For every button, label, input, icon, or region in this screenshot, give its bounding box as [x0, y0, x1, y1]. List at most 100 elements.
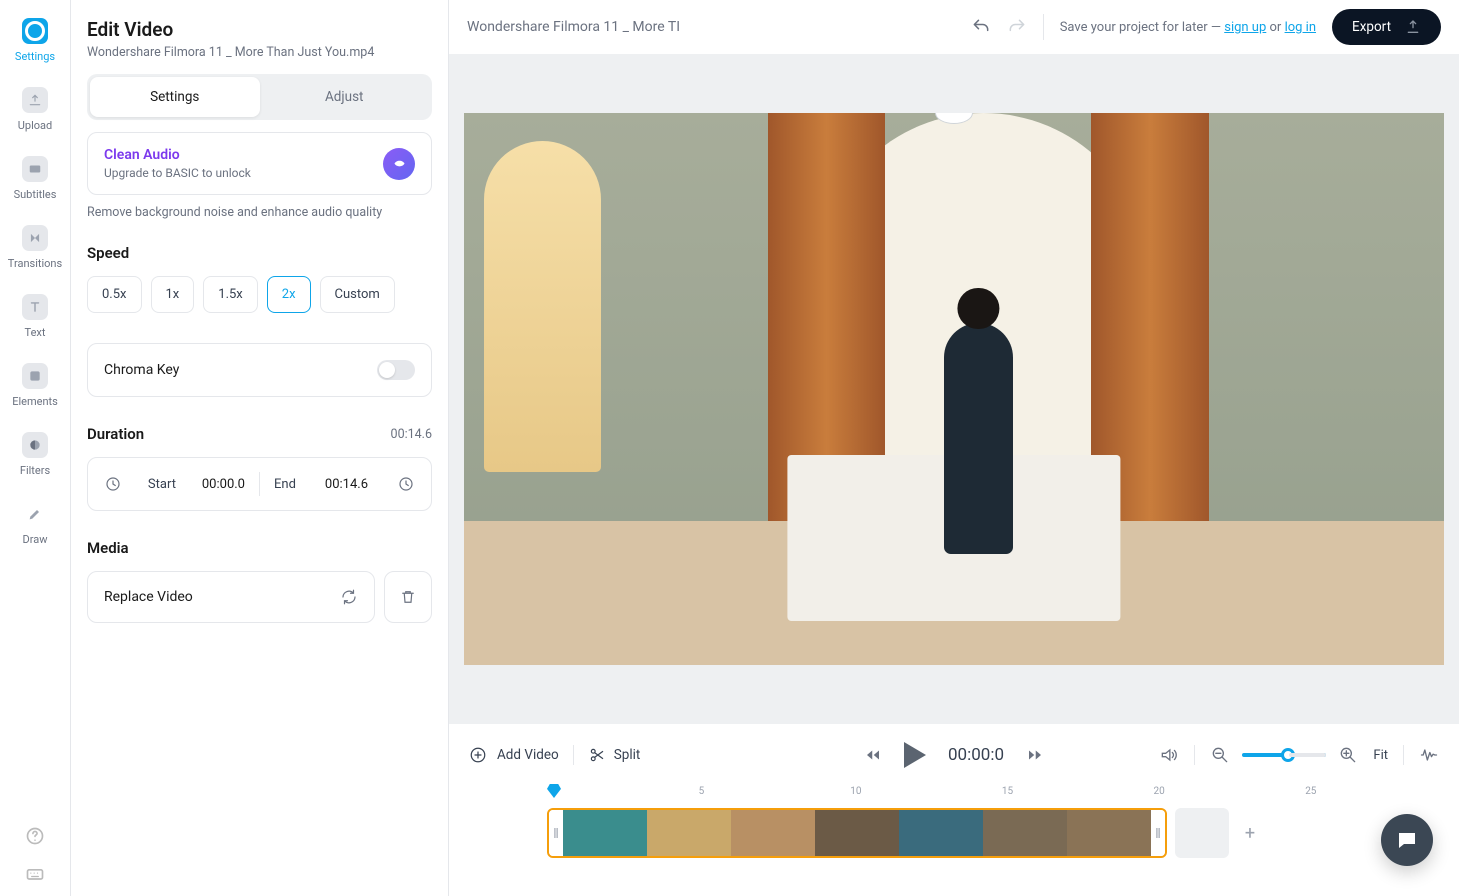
breadcrumb: Wondershare Filmora 11 _ More TI: [467, 19, 680, 35]
main-area: Wondershare Filmora 11 _ More TI Save yo…: [449, 0, 1459, 896]
tick: 15: [1002, 786, 1013, 797]
speed-2x[interactable]: 2x: [267, 276, 311, 313]
sidebar-item-transitions[interactable]: Transitions: [0, 217, 70, 278]
end-value: 00:14.6: [325, 477, 368, 492]
footer: Add Video Split 00:00:0: [449, 724, 1459, 896]
speed-heading: Speed: [87, 244, 432, 262]
sidebar-label: Settings: [15, 50, 55, 63]
export-icon: [1405, 19, 1421, 35]
chat-button[interactable]: [1381, 814, 1433, 866]
preview-stage: [449, 54, 1459, 724]
zoom-in-icon[interactable]: [1338, 745, 1358, 765]
clean-audio-card[interactable]: Clean Audio Upgrade to BASIC to unlock: [87, 132, 432, 195]
save-prefix: Save your project for later —: [1060, 20, 1225, 35]
trash-icon: [399, 588, 417, 606]
clock-icon: [397, 475, 415, 493]
delete-media-button[interactable]: [384, 571, 432, 623]
waveform-icon[interactable]: [1419, 745, 1439, 765]
settings-icon: [22, 18, 48, 44]
redo-icon[interactable]: [1007, 17, 1027, 37]
refresh-icon: [340, 588, 358, 606]
sidebar-label: Upload: [18, 119, 52, 132]
play-button[interactable]: [904, 742, 926, 768]
sidebar-item-settings[interactable]: Settings: [0, 10, 70, 71]
sign-up-link[interactable]: sign up: [1224, 20, 1266, 35]
zoom-out-icon[interactable]: [1210, 745, 1230, 765]
speed-1.5x[interactable]: 1.5x: [203, 276, 258, 313]
fit-button[interactable]: Fit: [1373, 748, 1388, 763]
playback-controls: 00:00:0: [864, 742, 1044, 768]
speed-1x[interactable]: 1x: [151, 276, 195, 313]
clean-audio-desc: Remove background noise and enhance audi…: [87, 205, 432, 220]
sidebar-item-elements[interactable]: Elements: [0, 355, 70, 416]
zoom-control: [1210, 745, 1358, 765]
replace-video-button[interactable]: Replace Video: [87, 571, 375, 623]
topbar: Wondershare Filmora 11 _ More TI Save yo…: [449, 0, 1459, 54]
settings-panel: Edit Video Wondershare Filmora 11 _ More…: [71, 0, 449, 896]
keyboard-icon[interactable]: [25, 864, 45, 884]
split-label: Split: [614, 747, 641, 763]
clip-handle-right[interactable]: ‖: [1151, 810, 1165, 856]
tab-adjust[interactable]: Adjust: [260, 77, 430, 117]
draw-icon: [22, 501, 48, 527]
video-clip[interactable]: ‖ ‖: [547, 808, 1167, 858]
duration-heading-text: Duration: [87, 425, 144, 443]
sidebar-item-filters[interactable]: Filters: [0, 424, 70, 485]
sidebar-label: Subtitles: [14, 188, 57, 201]
video-clip-2[interactable]: [1175, 808, 1229, 858]
clean-audio-sub: Upgrade to BASIC to unlock: [104, 166, 251, 180]
filename: Wondershare Filmora 11 _ More Than Just …: [87, 45, 432, 60]
chroma-toggle[interactable]: [377, 360, 415, 380]
start-label: Start: [148, 477, 176, 492]
sidebar-label: Elements: [12, 395, 58, 408]
sidebar-label: Filters: [20, 464, 50, 477]
subtitles-icon: [22, 156, 48, 182]
clip-handle-left[interactable]: ‖: [549, 810, 563, 856]
start-value: 00:00.0: [202, 477, 245, 492]
playhead[interactable]: [547, 784, 561, 798]
duration-end[interactable]: End 00:14.6: [274, 475, 415, 493]
video-preview[interactable]: [464, 113, 1444, 664]
scissors-icon: [588, 746, 606, 764]
sidebar-label: Text: [25, 326, 46, 339]
help-icon[interactable]: [25, 826, 45, 846]
sidebar-item-draw[interactable]: Draw: [0, 493, 70, 554]
volume-icon[interactable]: [1159, 745, 1179, 765]
plus-circle-icon: [469, 746, 487, 764]
chroma-label: Chroma Key: [104, 362, 179, 378]
sidebar-item-text[interactable]: Text: [0, 286, 70, 347]
export-label: Export: [1352, 19, 1391, 35]
replace-label: Replace Video: [104, 589, 193, 605]
tick: 20: [1154, 786, 1165, 797]
text-icon: [22, 294, 48, 320]
skip-back-icon[interactable]: [864, 746, 882, 764]
skip-forward-icon[interactable]: [1026, 746, 1044, 764]
split-button[interactable]: Split: [588, 746, 641, 764]
filters-icon: [22, 432, 48, 458]
duration-start[interactable]: Start 00:00.0: [104, 475, 245, 493]
sidebar-item-upload[interactable]: Upload: [0, 79, 70, 140]
zoom-slider[interactable]: [1242, 753, 1326, 757]
sidebar-label: Draw: [23, 533, 48, 546]
speed-custom[interactable]: Custom: [320, 276, 395, 313]
timecode: 00:00:0: [948, 745, 1004, 765]
timeline-ruler[interactable]: 5 10 15 20 25: [547, 786, 1439, 808]
export-button[interactable]: Export: [1332, 9, 1441, 45]
sidebar-label: Transitions: [8, 257, 62, 270]
duration-heading: Duration 00:14.6: [87, 425, 432, 443]
undo-icon[interactable]: [971, 17, 991, 37]
sidebar-item-subtitles[interactable]: Subtitles: [0, 148, 70, 209]
tab-settings[interactable]: Settings: [90, 77, 260, 117]
panel-tabs: Settings Adjust: [87, 74, 432, 120]
log-in-link[interactable]: log in: [1285, 20, 1316, 35]
save-or: or: [1266, 20, 1284, 35]
duration-total: 00:14.6: [391, 427, 432, 442]
speed-options: 0.5x 1x 1.5x 2x Custom: [87, 276, 432, 313]
add-video-button[interactable]: Add Video: [469, 746, 559, 764]
speed-0.5x[interactable]: 0.5x: [87, 276, 142, 313]
add-clip-button[interactable]: +: [1237, 820, 1263, 846]
end-label: End: [274, 477, 296, 492]
tick: 10: [850, 786, 861, 797]
timeline-track: ‖ ‖ +: [547, 808, 1439, 858]
media-heading: Media: [87, 539, 432, 557]
